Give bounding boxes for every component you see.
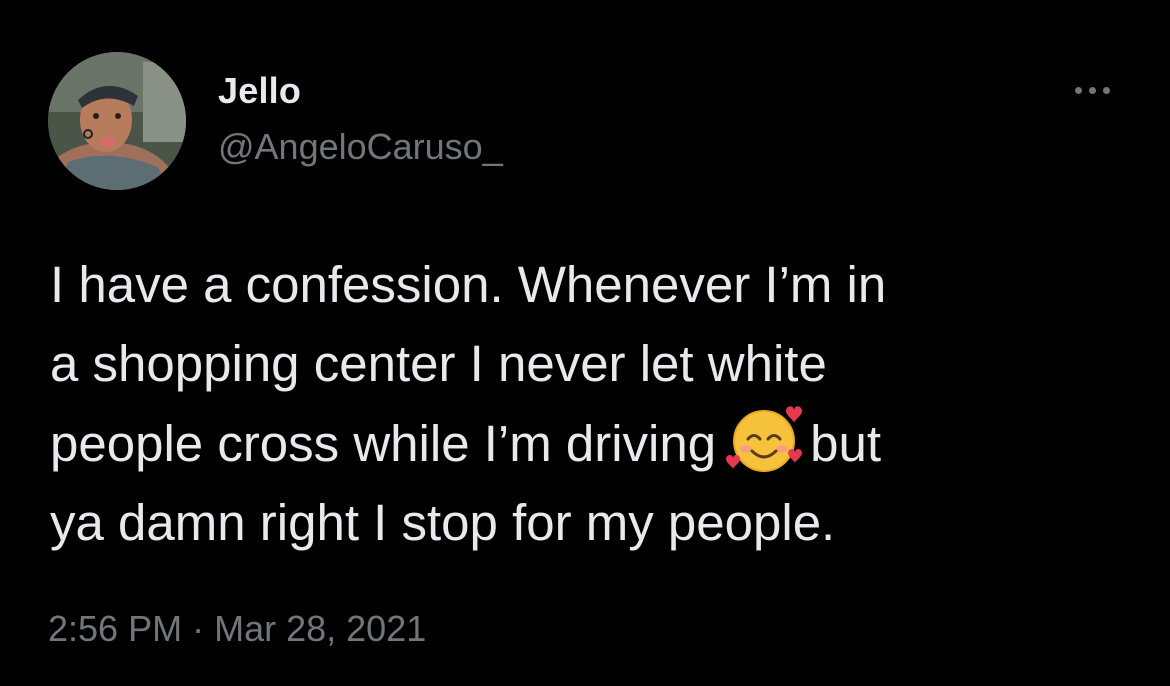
more-options-icon[interactable] — [1064, 78, 1120, 102]
tweet-text: I have a confession. Whenever I’m in a s… — [50, 246, 1140, 562]
tweet-text-line: ya damn right I stop for my people. — [50, 493, 836, 551]
smiling-face-with-hearts-icon — [726, 406, 803, 472]
display-name[interactable]: Jello — [218, 70, 301, 112]
tweet-card: Jello @AngeloCaruso_ I have a confession… — [0, 0, 1170, 686]
tweet-text-segment: but — [810, 415, 882, 472]
dot-icon — [1102, 86, 1110, 94]
timestamp-separator: · — [192, 608, 205, 649]
dot-icon — [1088, 86, 1096, 94]
tweet-time: 2:56 PM — [48, 608, 183, 649]
tweet-text-line: people cross while I’m driving but — [50, 403, 1140, 484]
dot-icon — [1074, 86, 1082, 94]
user-handle[interactable]: @AngeloCaruso_ — [218, 126, 503, 168]
tweet-date: Mar 28, 2021 — [214, 608, 427, 649]
tweet-text-line: a shopping center I never let white — [50, 334, 827, 392]
avatar[interactable] — [48, 52, 186, 190]
avatar-photo-icon — [48, 52, 186, 190]
tweet-text-segment: people cross while I’m driving — [50, 415, 717, 472]
tweet-timestamp[interactable]: 2:56 PM · Mar 28, 2021 — [48, 608, 426, 650]
tweet-text-line: I have a confession. Whenever I’m in — [50, 256, 887, 313]
